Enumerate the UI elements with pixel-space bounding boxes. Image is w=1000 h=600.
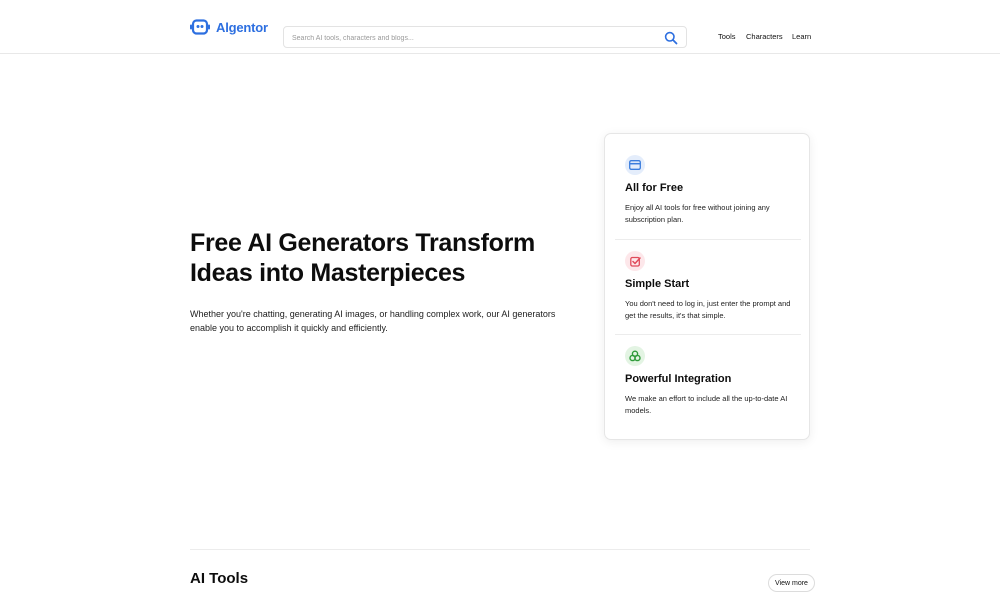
- feature-text: You don't need to log in, just enter the…: [625, 299, 791, 320]
- view-more-button[interactable]: View more: [768, 574, 815, 592]
- section-divider: [190, 549, 810, 550]
- hero-title: Free AI Generators Transform Ideas into …: [190, 228, 590, 288]
- feature-title: All for Free: [625, 182, 684, 194]
- feature-text: We make an effort to include all the up-…: [625, 394, 788, 415]
- credit-card-icon: [625, 155, 645, 175]
- feature-powerful-integration: Powerful Integration We make an effort t…: [625, 346, 801, 417]
- features-card: All for Free Enjoy all AI tools for free…: [604, 133, 810, 440]
- search-input[interactable]: [292, 29, 652, 47]
- feature-title: Simple Start: [625, 278, 690, 290]
- feature-text: Enjoy all AI tools for free without join…: [625, 203, 770, 224]
- divider: [615, 239, 801, 240]
- logo-text: Algentor: [216, 19, 268, 35]
- page: Algentor Tools Characters Learn Free AI …: [0, 0, 1000, 600]
- hero-description-line-1: Whether you're chatting, generating AI i…: [190, 309, 556, 319]
- integration-icon: [625, 346, 645, 366]
- hero-description-line-2: enable you to accomplish it quickly and …: [190, 323, 388, 333]
- checkbox-icon: [625, 251, 645, 271]
- hero-title-line-1: Free AI Generators Transform: [190, 229, 535, 257]
- hero-description: Whether you're chatting, generating AI i…: [190, 307, 580, 335]
- nav-characters[interactable]: Characters: [746, 32, 783, 41]
- divider: [615, 334, 801, 335]
- robot-logo-icon: [190, 19, 210, 35]
- search-icon[interactable]: [664, 31, 678, 45]
- nav-learn[interactable]: Learn: [792, 32, 811, 41]
- feature-all-for-free: All for Free Enjoy all AI tools for free…: [625, 155, 801, 226]
- feature-title: Powerful Integration: [625, 373, 732, 385]
- site-header: Algentor Tools Characters Learn: [0, 0, 1000, 54]
- feature-simple-start: Simple Start You don't need to log in, j…: [625, 251, 801, 322]
- nav-tools[interactable]: Tools: [718, 32, 736, 41]
- hero-title-line-2: Ideas into Masterpieces: [190, 259, 466, 287]
- search-bar: [283, 26, 687, 48]
- section-title-ai-tools: AI Tools: [190, 570, 249, 587]
- logo[interactable]: Algentor: [190, 19, 268, 35]
